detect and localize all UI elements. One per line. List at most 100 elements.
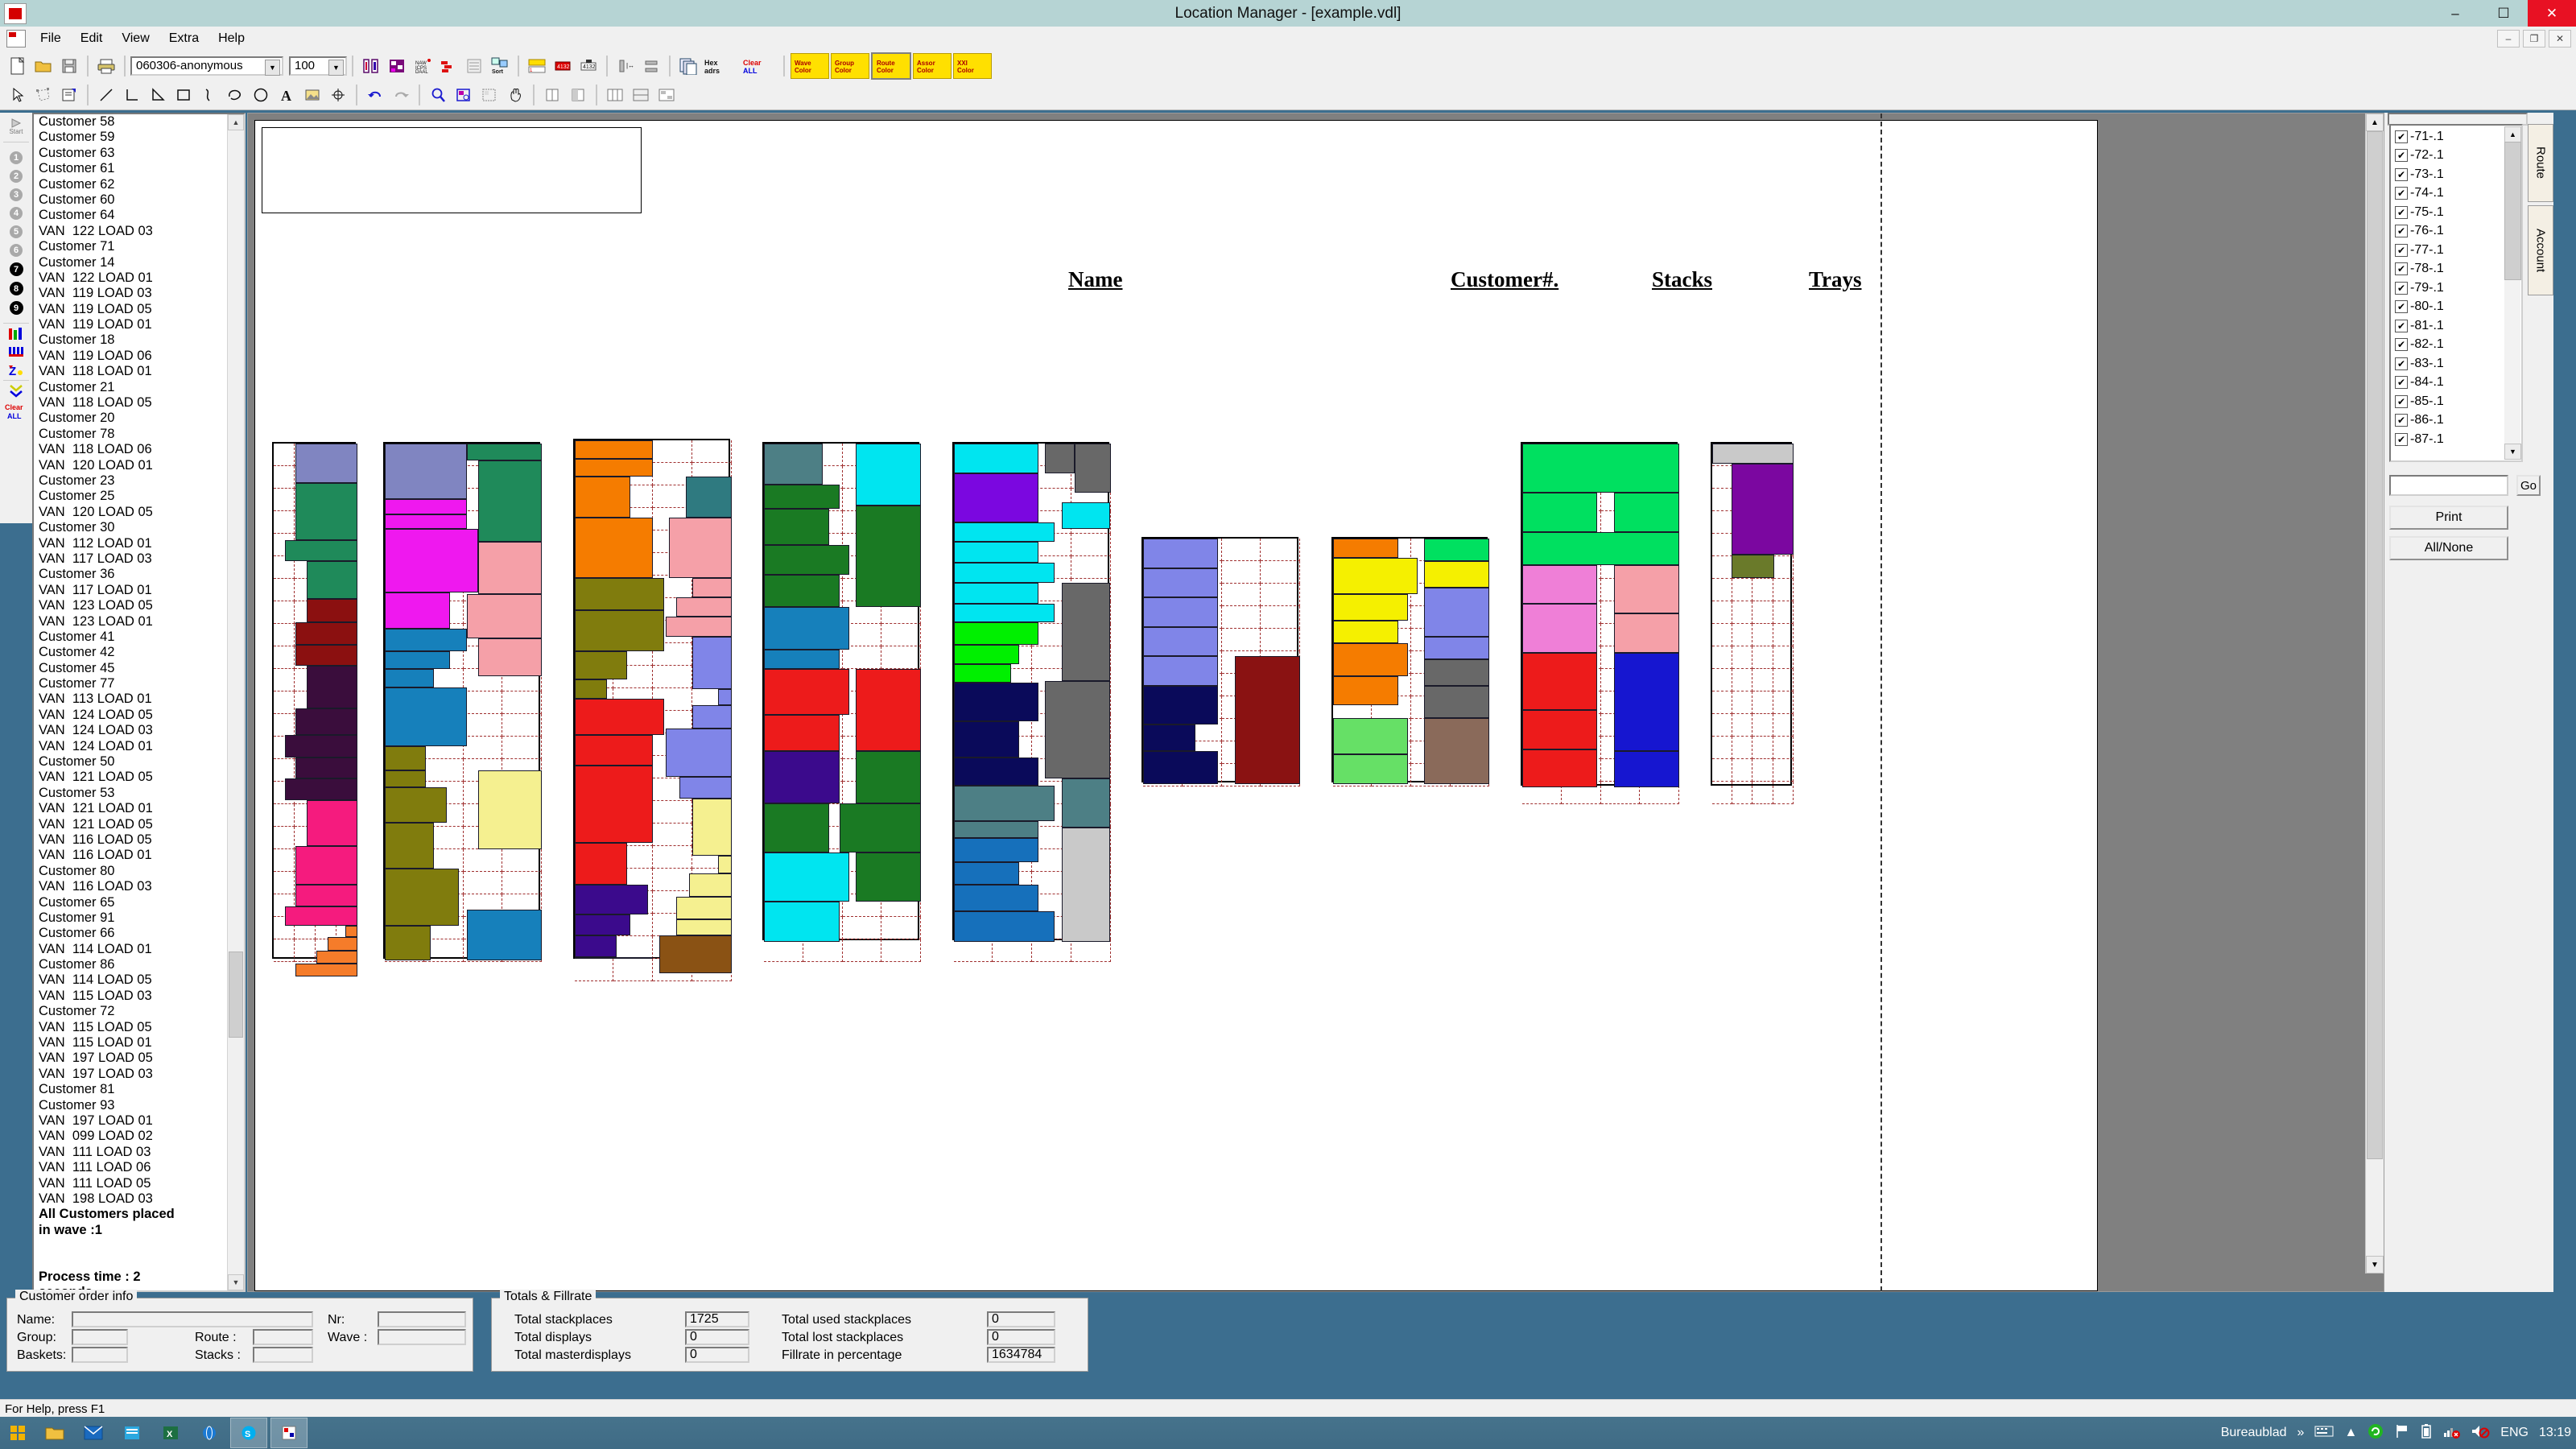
stack-block[interactable] <box>385 823 435 869</box>
stacks-field[interactable] <box>253 1347 313 1363</box>
route-checkbox[interactable]: ✔ <box>2395 243 2408 257</box>
stack-block[interactable] <box>855 506 921 608</box>
customer-list-item[interactable]: VAN 121 LOAD 05 <box>34 817 244 832</box>
stack-block[interactable] <box>666 728 732 778</box>
collapse-down-icon[interactable] <box>4 383 28 399</box>
grid-view-icon[interactable] <box>603 83 627 107</box>
route-list-item[interactable]: ✔ -73-.1 <box>2391 165 2521 184</box>
stack-block[interactable] <box>466 594 543 638</box>
customer-list-item[interactable]: VAN 113 LOAD 01 <box>34 691 244 707</box>
customer-list-item[interactable]: VAN 116 LOAD 05 <box>34 832 244 848</box>
stack-block[interactable] <box>953 910 1055 943</box>
customer-list-item[interactable]: VAN 118 LOAD 06 <box>34 442 244 457</box>
stack-block[interactable] <box>574 956 654 959</box>
stack-block[interactable] <box>385 651 451 670</box>
scroll-down-icon[interactable]: ▼ <box>228 1274 244 1290</box>
route-list-item[interactable]: ✔ -87-.1 <box>2391 430 2521 449</box>
stack-block[interactable] <box>953 542 1039 564</box>
zoom-icon[interactable] <box>426 83 450 107</box>
stack-block[interactable] <box>953 522 1055 543</box>
desktop-peek-label[interactable]: Bureaublad <box>2221 1426 2287 1440</box>
stack-block[interactable] <box>764 852 849 902</box>
wave-field[interactable] <box>378 1329 466 1345</box>
customer-list-item[interactable]: VAN 111 LOAD 05 <box>34 1176 244 1191</box>
ellipse-tool-icon[interactable] <box>249 83 273 107</box>
customer-list-item[interactable]: VAN 121 LOAD 05 <box>34 770 244 785</box>
stack-block[interactable] <box>675 597 732 617</box>
customer-list-item[interactable]: VAN 099 LOAD 02 <box>34 1129 244 1144</box>
align-horizontal-icon[interactable]: |↔| <box>613 54 638 78</box>
stack-block[interactable] <box>953 821 1039 838</box>
stack-block[interactable] <box>285 906 357 927</box>
layout-sheet[interactable]: Name Customer#. Stacks Trays <box>254 120 2098 1291</box>
stack-block[interactable] <box>685 476 732 518</box>
stack-block[interactable] <box>385 628 467 652</box>
step-button-1[interactable]: 1 <box>10 151 23 164</box>
stack-block[interactable] <box>1143 626 1219 657</box>
stack-block[interactable] <box>1143 597 1219 627</box>
stack-block[interactable] <box>1332 620 1398 643</box>
stack-block[interactable] <box>466 909 543 960</box>
stack-block[interactable] <box>953 682 1039 722</box>
stack-block[interactable] <box>574 885 648 914</box>
stack-block[interactable] <box>1143 724 1196 751</box>
table-rows-icon[interactable] <box>462 54 486 78</box>
drawing-canvas-area[interactable]: Name Customer#. Stacks Trays ▲ ▼ <box>247 113 2384 1292</box>
taskbar-item-browser[interactable] <box>192 1418 227 1447</box>
keyboard-icon[interactable] <box>2314 1425 2334 1442</box>
stack-block[interactable] <box>306 599 357 622</box>
stack-block[interactable] <box>1613 613 1679 654</box>
route-checkbox[interactable]: ✔ <box>2395 130 2408 143</box>
customer-list-item[interactable]: Customer 23 <box>34 473 244 489</box>
route-field[interactable] <box>253 1329 313 1345</box>
stack-block[interactable] <box>574 458 654 477</box>
scrollbar-thumb[interactable] <box>229 952 243 1038</box>
stack-block[interactable] <box>477 638 543 676</box>
stack-block[interactable] <box>855 669 921 751</box>
stack-block[interactable] <box>1424 561 1490 588</box>
stack-block[interactable] <box>385 687 467 746</box>
fit-page-icon[interactable] <box>477 83 502 107</box>
step-button-8[interactable]: 8 <box>9 282 23 295</box>
route-checkbox[interactable]: ✔ <box>2395 205 2408 219</box>
stack-block[interactable] <box>764 485 840 510</box>
route-checkbox[interactable]: ✔ <box>2395 432 2408 446</box>
corner-tool-icon[interactable] <box>120 83 144 107</box>
stack-block[interactable] <box>345 926 357 938</box>
menu-item-extra[interactable]: Extra <box>159 29 208 48</box>
route-list-item[interactable]: ✔ -71-.1 <box>2391 127 2521 147</box>
stack-column[interactable] <box>952 442 1111 963</box>
baskets-field[interactable] <box>72 1347 128 1363</box>
stack-block[interactable] <box>764 574 840 608</box>
customer-list-item[interactable]: Customer 30 <box>34 520 244 535</box>
stack-block[interactable] <box>659 935 732 973</box>
stack-column[interactable] <box>272 442 357 977</box>
stack-block[interactable] <box>764 715 840 751</box>
customer-list-item[interactable]: Customer 65 <box>34 895 244 910</box>
customer-list-item[interactable]: VAN 197 LOAD 03 <box>34 1067 244 1082</box>
stack-block[interactable] <box>1074 444 1111 493</box>
stack-block[interactable] <box>953 563 1055 583</box>
stack-block[interactable] <box>1045 444 1075 473</box>
new-document-icon[interactable] <box>6 54 30 78</box>
customer-list-item[interactable]: Customer 45 <box>34 661 244 676</box>
customer-list-item[interactable]: Customer 18 <box>34 332 244 348</box>
tab-route[interactable]: Route <box>2528 124 2553 202</box>
route-checkbox[interactable]: ✔ <box>2395 300 2408 314</box>
customer-list-item[interactable]: VAN 115 LOAD 01 <box>34 1035 244 1051</box>
customer-list-item[interactable]: VAN 122 LOAD 03 <box>34 224 244 239</box>
route-checkbox[interactable]: ✔ <box>2395 319 2408 332</box>
route-list-item[interactable]: ✔ -83-.1 <box>2391 354 2521 374</box>
stack-block[interactable] <box>953 664 1011 683</box>
mdi-close-button[interactable]: ✕ <box>2549 30 2571 47</box>
canvas-scroll-thumb[interactable] <box>2367 131 2383 1159</box>
customer-list-item[interactable]: VAN 120 LOAD 01 <box>34 458 244 473</box>
stack-block[interactable] <box>953 604 1055 622</box>
customer-list-item[interactable]: Customer 21 <box>34 380 244 395</box>
floppy-save-icon[interactable] <box>57 54 81 78</box>
route-scroll-up-icon[interactable]: ▲ <box>2504 126 2521 142</box>
customer-list-item[interactable]: VAN 119 LOAD 05 <box>34 302 244 317</box>
stack-block[interactable] <box>574 440 654 459</box>
stack-block[interactable] <box>285 778 357 800</box>
minimize-button[interactable]: – <box>2431 0 2479 27</box>
